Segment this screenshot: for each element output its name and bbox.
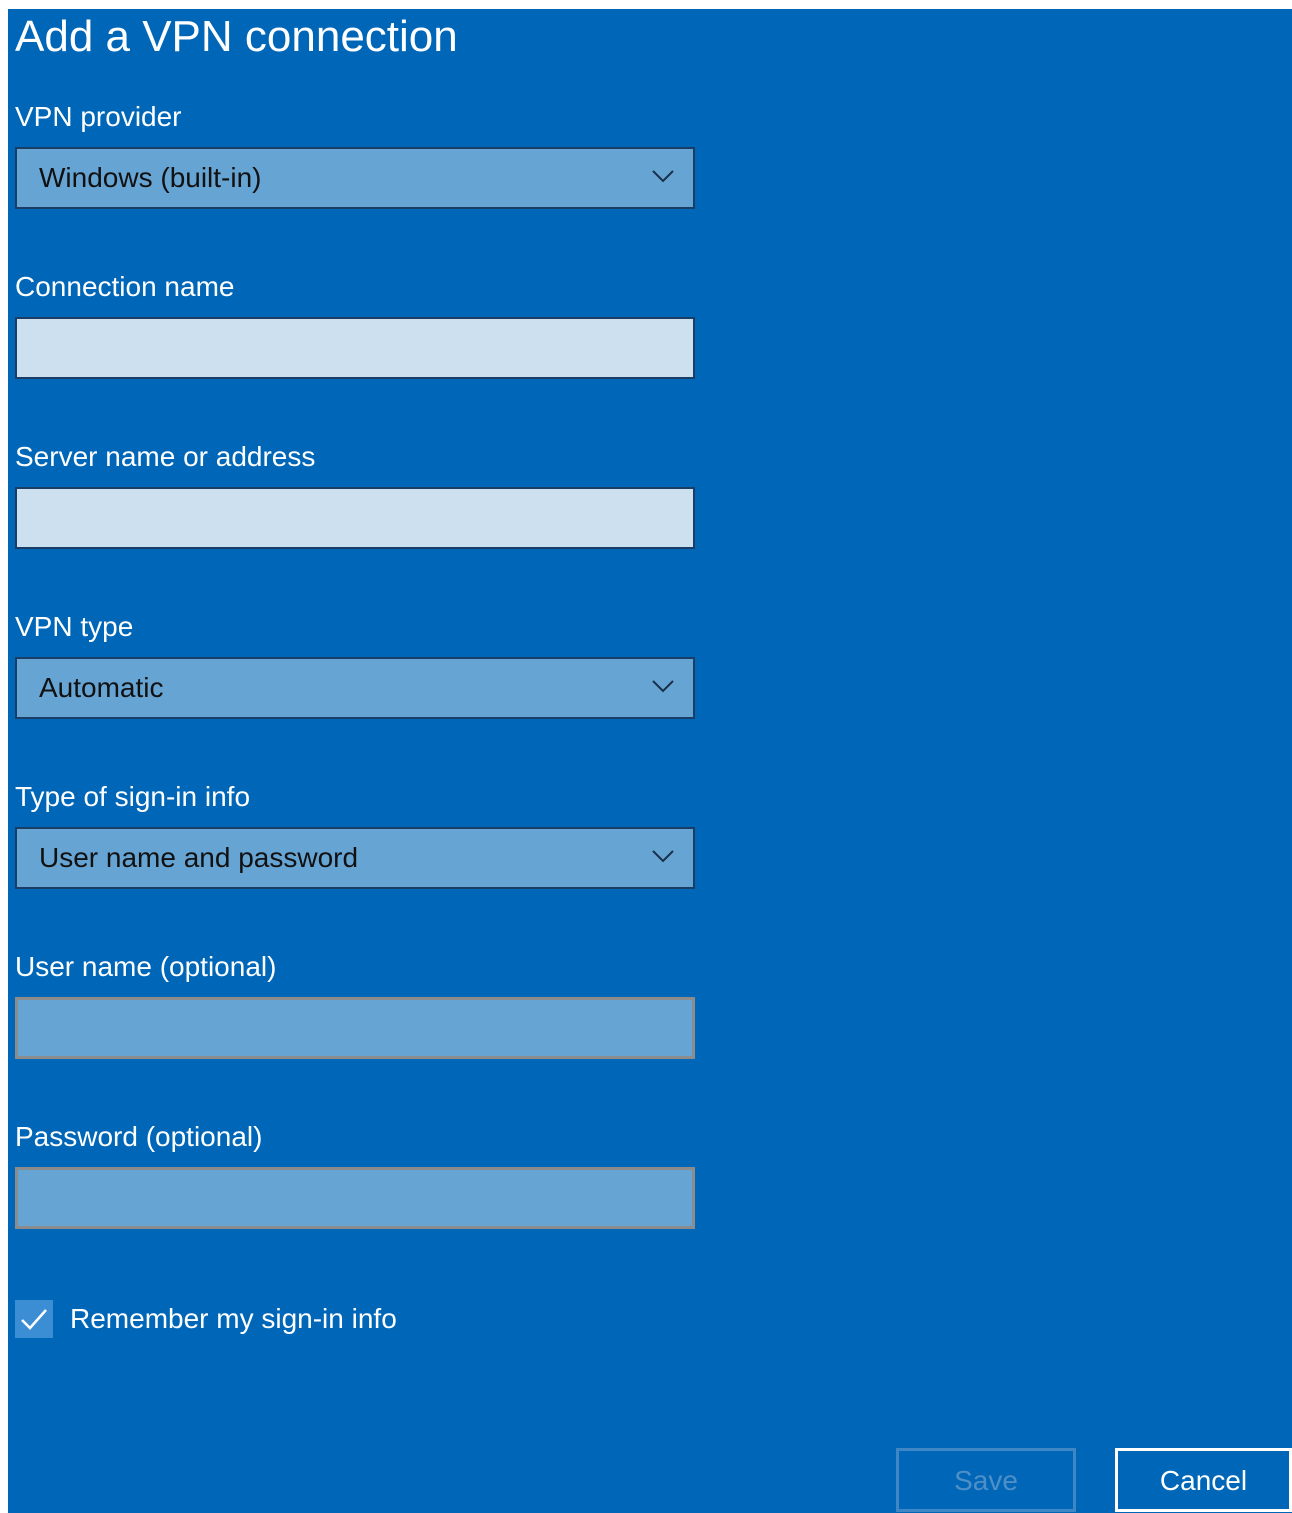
user-name-input[interactable] — [18, 1000, 692, 1056]
password-label: Password (optional) — [15, 1121, 263, 1152]
server-name-label: Server name or address — [15, 441, 316, 472]
vpn-type-label: VPN type — [15, 611, 134, 642]
save-button[interactable]: Save — [896, 1448, 1076, 1512]
chevron-down-icon — [652, 850, 674, 863]
sign-in-type-dropdown[interactable]: User name and password — [15, 827, 695, 889]
page-title: Add a VPN connection — [15, 12, 458, 61]
sign-in-type-value: User name and password — [39, 842, 359, 873]
connection-name-field-box — [15, 317, 695, 379]
vpn-provider-dropdown[interactable]: Windows (built-in) — [15, 147, 695, 209]
server-name-field-box — [15, 487, 695, 549]
connection-name-label: Connection name — [15, 271, 235, 302]
chevron-down-icon — [652, 170, 674, 183]
vpn-type-dropdown[interactable]: Automatic — [15, 657, 695, 719]
cancel-button[interactable]: Cancel — [1115, 1448, 1292, 1512]
remember-sign-in-label: Remember my sign-in info — [70, 1303, 397, 1334]
user-name-label: User name (optional) — [15, 951, 277, 982]
password-field-box — [15, 1167, 695, 1229]
vpn-provider-label: VPN provider — [15, 101, 182, 132]
user-name-field-box — [15, 997, 695, 1059]
vpn-provider-value: Windows (built-in) — [39, 162, 262, 193]
remember-sign-in-checkbox[interactable] — [15, 1300, 53, 1338]
vpn-type-value: Automatic — [39, 672, 164, 703]
password-input[interactable] — [18, 1170, 692, 1226]
sign-in-type-label: Type of sign-in info — [15, 781, 251, 812]
vpn-dialog: Add a VPN connection VPN provider Window… — [8, 9, 1292, 1513]
connection-name-input[interactable] — [17, 319, 693, 377]
server-name-input[interactable] — [17, 489, 693, 547]
chevron-down-icon — [652, 680, 674, 693]
checkmark-icon — [21, 1309, 47, 1330]
